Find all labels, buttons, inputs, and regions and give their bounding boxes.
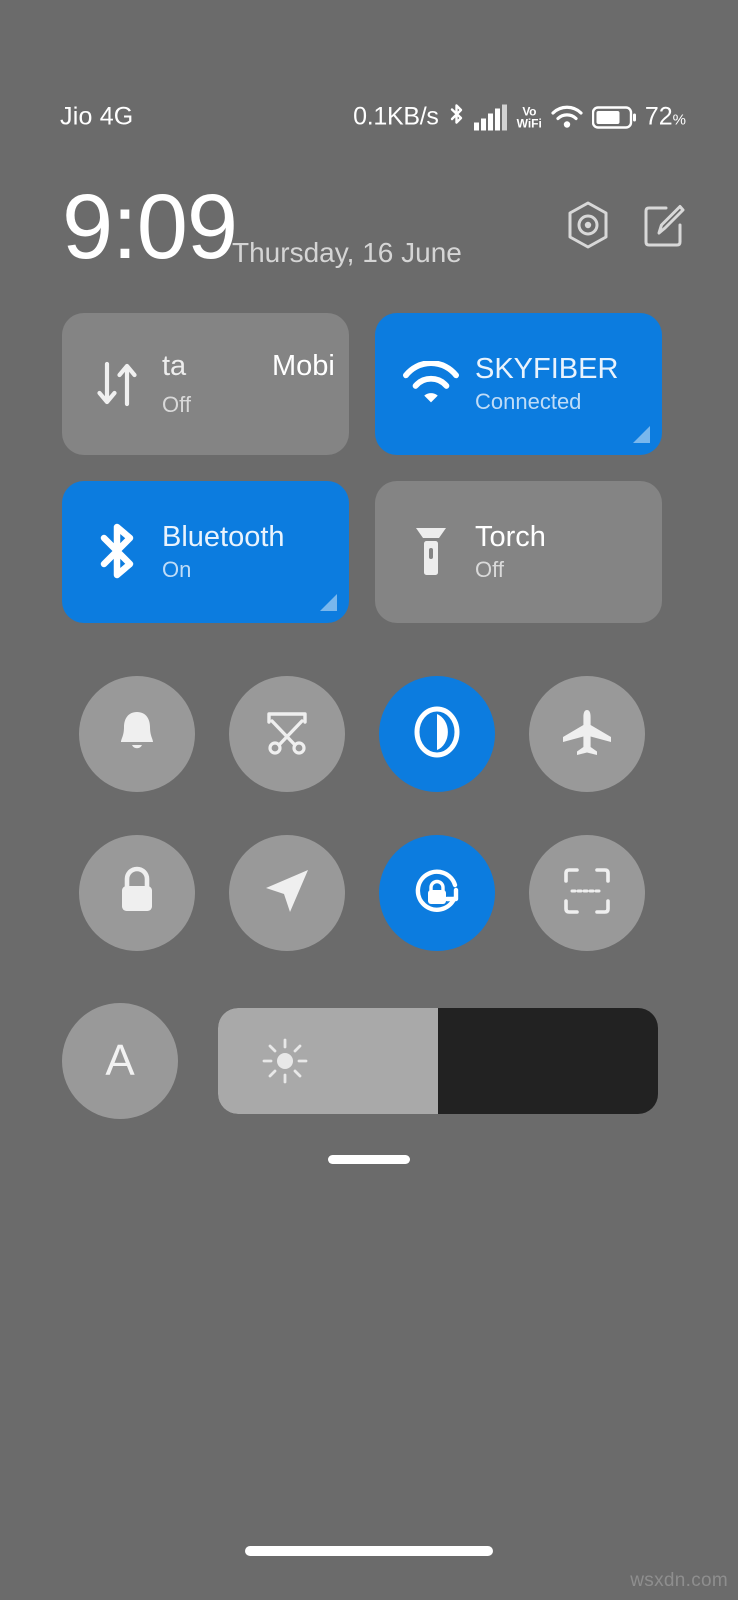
toggle-scanner[interactable] xyxy=(529,835,645,951)
bluetooth-icon xyxy=(448,103,465,131)
tile-torch-title: Torch xyxy=(475,520,546,553)
volte-line-1: Vo xyxy=(522,104,537,118)
auto-brightness-button[interactable]: A xyxy=(62,1003,178,1119)
brightness-row: A xyxy=(62,1003,662,1119)
wifi-icon xyxy=(551,105,583,130)
battery-percent-label: 72% xyxy=(644,102,686,131)
hex-settings-icon[interactable] xyxy=(566,201,610,249)
tile-mobile-data-text: ta Mobi Off xyxy=(162,350,349,418)
tile-mobile-data-title-marquee: ta Mobi xyxy=(162,350,349,388)
tile-wifi-text: SKYFIBER Connected xyxy=(475,353,618,415)
clock-time: 9:09 xyxy=(62,176,238,278)
toggle-screen-lock[interactable] xyxy=(79,835,195,951)
bluetooth-icon xyxy=(90,521,146,583)
volte-line-2: WiFi xyxy=(516,116,542,130)
scissors-icon xyxy=(262,708,312,761)
tile-torch-status: Off xyxy=(475,557,504,583)
tile-bluetooth-status: On xyxy=(162,557,192,583)
circle-toggle-row-1 xyxy=(62,676,662,792)
clock-row: 9:09 Thursday, 16 June xyxy=(0,181,738,285)
tile-title-fragment-2: Mobi xyxy=(272,350,335,382)
battery-icon xyxy=(591,105,636,129)
edit-tiles-icon[interactable] xyxy=(642,202,686,248)
bell-icon xyxy=(115,708,159,761)
carrier-label: Jio 4G xyxy=(60,102,134,131)
toggle-auto-rotate[interactable] xyxy=(379,835,495,951)
flashlight-icon xyxy=(403,522,459,582)
contrast-icon xyxy=(412,704,462,765)
tile-torch-text: Torch Off xyxy=(475,521,546,583)
panel-drag-handle[interactable] xyxy=(328,1155,410,1164)
toggle-dark-mode[interactable] xyxy=(379,676,495,792)
clock-date: Thursday, 16 June xyxy=(232,237,462,268)
clock-row-actions xyxy=(566,201,686,249)
lock-icon xyxy=(115,865,159,922)
tile-grid: ta Mobi Off SKYFIBER Connected Bluetooth… xyxy=(62,313,662,623)
tile-wifi[interactable]: SKYFIBER Connected xyxy=(375,313,662,455)
toggle-screenshot[interactable] xyxy=(229,676,345,792)
toggle-location[interactable] xyxy=(229,835,345,951)
navigation-home-handle[interactable] xyxy=(245,1546,493,1556)
auto-brightness-label: A xyxy=(105,1036,135,1085)
status-bar-icons: 0.1KB/s Vo WiFi 72% xyxy=(353,103,686,132)
brightness-slider-fill xyxy=(218,1008,438,1114)
quick-settings-panel: Jio 4G 0.1KB/s Vo WiFi 72% 9:09 Thursday… xyxy=(0,0,738,1600)
tile-expand-corner[interactable] xyxy=(320,594,337,611)
tile-bluetooth[interactable]: Bluetooth On xyxy=(62,481,349,623)
tile-bluetooth-text: Bluetooth On xyxy=(162,521,285,583)
scan-frame-icon xyxy=(562,866,612,921)
toggle-ringer[interactable] xyxy=(79,676,195,792)
circle-toggle-row-2 xyxy=(62,835,662,951)
toggle-airplane-mode[interactable] xyxy=(529,676,645,792)
volte-wifi-icon: Vo WiFi xyxy=(517,105,542,129)
location-arrow-icon xyxy=(262,866,312,921)
status-bar: Jio 4G 0.1KB/s Vo WiFi 72% xyxy=(0,95,738,139)
network-speed-label: 0.1KB/s xyxy=(353,102,439,131)
cellular-signal-icon xyxy=(473,104,508,130)
tile-bluetooth-title: Bluetooth xyxy=(162,520,285,553)
tile-torch[interactable]: Torch Off xyxy=(375,481,662,623)
brightness-slider[interactable] xyxy=(218,1008,658,1114)
watermark: wsxdn.com xyxy=(630,1570,728,1591)
brightness-sun-icon xyxy=(260,1036,310,1086)
tile-mobile-data[interactable]: ta Mobi Off xyxy=(62,313,349,455)
wifi-icon xyxy=(403,361,459,407)
mobile-data-arrows-icon xyxy=(90,356,146,412)
tile-mobile-data-status: Off xyxy=(162,392,191,417)
airplane-icon xyxy=(561,708,613,761)
tile-wifi-status: Connected xyxy=(475,389,582,415)
tile-expand-corner[interactable] xyxy=(633,426,650,443)
tile-wifi-title: SKYFIBER xyxy=(475,352,619,385)
rotation-lock-icon xyxy=(409,863,465,924)
tile-title-fragment-1: ta xyxy=(162,350,187,382)
